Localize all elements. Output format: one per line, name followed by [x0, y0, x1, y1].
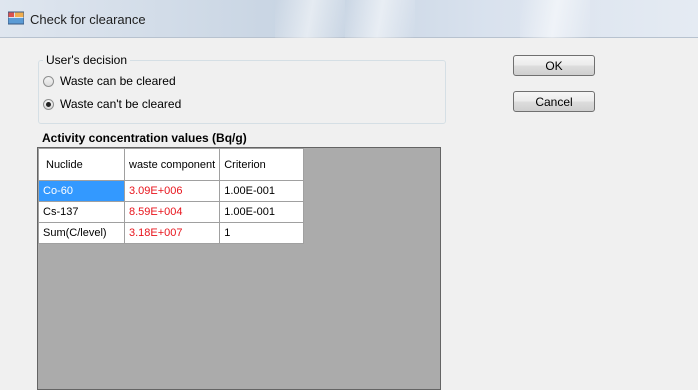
column-header-waste-component[interactable]: waste component — [123, 148, 221, 181]
glass-streak — [345, 0, 415, 38]
table-row[interactable]: Cs-137 8.59E+004 1.00E-001 — [38, 201, 305, 223]
activity-values-heading: Activity concentration values (Bq/g) — [42, 131, 247, 145]
radio-waste-can-be-cleared[interactable]: Waste can be cleared — [43, 73, 176, 89]
glass-streak — [520, 0, 590, 38]
activity-table: Nuclide waste component Criterion Co-60 … — [38, 148, 305, 244]
window-title: Check for clearance — [30, 12, 146, 27]
glass-streak — [275, 0, 345, 38]
cancel-button[interactable]: Cancel — [513, 91, 595, 112]
radio-waste-cant-be-cleared[interactable]: Waste can't be cleared — [43, 96, 181, 112]
cell-waste-component[interactable]: 8.59E+004 — [123, 201, 221, 223]
cell-nuclide[interactable]: Co-60 — [38, 180, 125, 202]
users-decision-legend: User's decision — [43, 53, 130, 67]
table-row[interactable]: Co-60 3.09E+006 1.00E-001 — [38, 180, 305, 202]
cell-criterion[interactable]: 1.00E-001 — [219, 201, 305, 223]
cell-nuclide[interactable]: Sum(C/level) — [38, 222, 125, 244]
column-header-nuclide[interactable]: Nuclide — [38, 148, 125, 181]
radio-label: Waste can be cleared — [60, 74, 176, 88]
radio-checked-circle-icon[interactable] — [43, 98, 54, 110]
cell-criterion[interactable]: 1 — [219, 222, 305, 244]
radio-circle-icon[interactable] — [43, 75, 54, 87]
activity-data-grid[interactable]: Nuclide waste component Criterion Co-60 … — [37, 147, 441, 390]
cell-nuclide[interactable]: Cs-137 — [38, 201, 125, 223]
window-app-icon — [8, 11, 24, 25]
dialog-client-area: User's decision Waste can be cleared Was… — [8, 38, 698, 390]
users-decision-group: User's decision Waste can be cleared Was… — [38, 53, 446, 124]
table-header-row: Nuclide waste component Criterion — [38, 148, 305, 181]
cell-criterion[interactable]: 1.00E-001 — [219, 180, 305, 202]
column-header-criterion[interactable]: Criterion — [219, 148, 305, 181]
radio-label: Waste can't be cleared — [60, 97, 182, 111]
title-bar[interactable]: Check for clearance — [0, 0, 698, 38]
cell-waste-component[interactable]: 3.09E+006 — [123, 180, 221, 202]
ok-button[interactable]: OK — [513, 55, 595, 76]
cell-waste-component[interactable]: 3.18E+007 — [123, 222, 221, 244]
table-row[interactable]: Sum(C/level) 3.18E+007 1 — [38, 222, 305, 244]
